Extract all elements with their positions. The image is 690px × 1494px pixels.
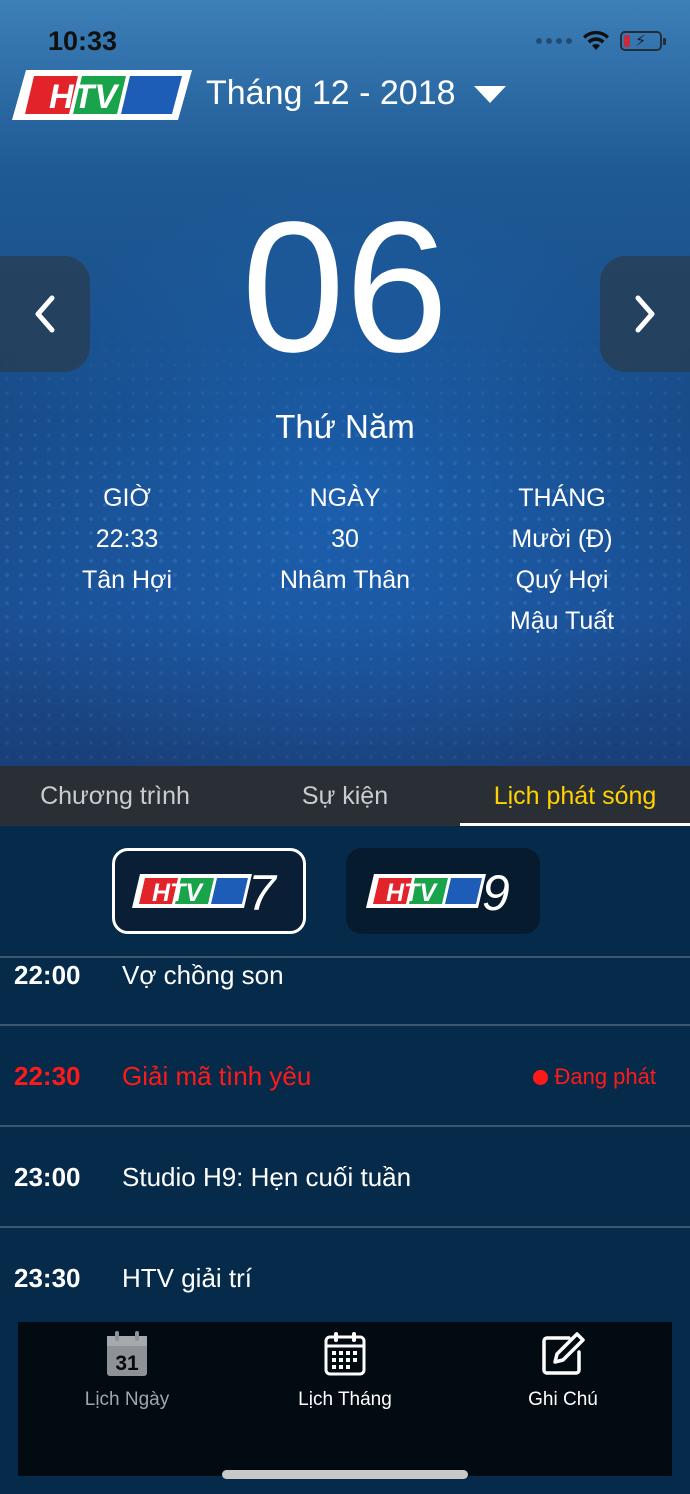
lunar-month-column: THÁNG Mười (Đ) Quý Hợi Mậu Tuất — [452, 478, 672, 642]
nav-notes[interactable]: Ghi Chú — [454, 1330, 672, 1411]
lunar-month-label: THÁNG — [518, 484, 606, 512]
day-number: 06 — [241, 184, 449, 391]
htv-logo: HTV — [12, 68, 192, 122]
svg-text:HTV: HTV — [49, 78, 120, 116]
lunar-hour-column: GIỜ 22:33 Tân Hợi — [17, 478, 237, 601]
weekday-label: Thứ Năm — [275, 408, 415, 445]
wifi-icon — [583, 30, 609, 50]
lunar-month-name: Quý Hợi — [515, 566, 609, 594]
tab-events[interactable]: Sự kiện — [230, 766, 460, 826]
cellular-signal-icon — [536, 38, 572, 44]
bottom-navigation: 31 Lịch Ngày Lịch Tháng Ghi Chú — [18, 1322, 672, 1476]
svg-text:HTV: HTV — [152, 879, 204, 907]
lunar-day-name: Nhâm Thân — [279, 566, 411, 594]
dropdown-caret-icon — [473, 86, 506, 103]
schedule-time: 23:00 — [14, 1162, 81, 1192]
schedule-row-live[interactable]: 22:30 Giải mã tình yêu Đang phát — [0, 1024, 690, 1125]
home-indicator[interactable] — [222, 1470, 468, 1479]
channel-htv7-button[interactable]: HTV 7 — [112, 848, 306, 934]
lunar-year-name: Mậu Tuất — [509, 607, 615, 635]
svg-text:9: 9 — [482, 868, 510, 914]
calendar-day-icon: 31 — [107, 1331, 147, 1376]
channel-selector: HTV 7 HTV 9 — [0, 826, 690, 958]
schedule-title: Giải mã tình yêu — [122, 1061, 312, 1091]
lunar-day-column: NGÀY 30 Nhâm Thân — [235, 478, 455, 601]
svg-text:HTV: HTV — [386, 879, 438, 907]
nav-monthly-calendar[interactable]: Lịch Tháng — [236, 1330, 454, 1411]
month-title: Tháng 12 - 2018 — [206, 74, 456, 112]
schedule-title: Studio H9: Hẹn cuối tuần — [122, 1162, 412, 1192]
broadcast-schedule-list: 22:00 Vợ chồng son 22:30 Giải mã tình yê… — [0, 956, 690, 1327]
status-icons: ⚡ — [536, 30, 666, 52]
schedule-title: HTV giải trí — [122, 1263, 253, 1293]
tab-programs[interactable]: Chương trình — [0, 766, 230, 826]
htv9-logo: HTV 9 — [366, 868, 510, 914]
lunar-hour-value: 22:33 — [95, 525, 159, 553]
schedule-row[interactable]: 22:00 Vợ chồng son — [0, 956, 690, 1024]
channel-htv9-button[interactable]: HTV 9 — [346, 848, 540, 934]
nav-label: Lịch Ngày — [84, 1389, 170, 1410]
lunar-day-value: 30 — [331, 525, 359, 553]
schedule-time: 22:00 — [14, 960, 81, 990]
content-tabs: Chương trình Sự kiện Lịch phát sóng — [0, 766, 690, 826]
schedule-row[interactable]: 23:30 HTV giải trí — [0, 1226, 690, 1327]
schedule-title: Vợ chồng son — [122, 960, 284, 990]
nav-label: Lịch Tháng — [298, 1389, 392, 1410]
live-dot-icon — [533, 1069, 549, 1085]
lunar-hour-name: Tân Hợi — [81, 566, 173, 594]
lunar-day-label: NGÀY — [309, 484, 381, 512]
note-edit-icon — [542, 1332, 585, 1375]
tab-broadcast-schedule[interactable]: Lịch phát sóng — [460, 766, 690, 826]
nav-daily-calendar[interactable]: 31 Lịch Ngày — [18, 1330, 236, 1411]
lunar-month-value: Mười (Đ) — [511, 525, 613, 553]
svg-text:7: 7 — [248, 868, 278, 914]
status-time: 10:33 — [48, 26, 118, 56]
schedule-time: 22:30 — [14, 1061, 81, 1091]
nav-label: Ghi Chú — [528, 1389, 598, 1410]
month-selector[interactable]: Tháng 12 - 2018 — [206, 74, 506, 113]
battery-icon: ⚡ — [620, 31, 666, 51]
calendar-month-icon — [324, 1332, 366, 1376]
live-badge: Đang phát — [533, 1064, 656, 1090]
htv7-logo: HTV 7 — [132, 868, 278, 914]
lunar-hour-label: GIỜ — [103, 484, 151, 512]
schedule-row[interactable]: 23:00 Studio H9: Hẹn cuối tuần — [0, 1125, 690, 1226]
schedule-time: 23:30 — [14, 1263, 81, 1293]
svg-text:31: 31 — [115, 1352, 139, 1375]
live-badge-label: Đang phát — [554, 1064, 656, 1089]
